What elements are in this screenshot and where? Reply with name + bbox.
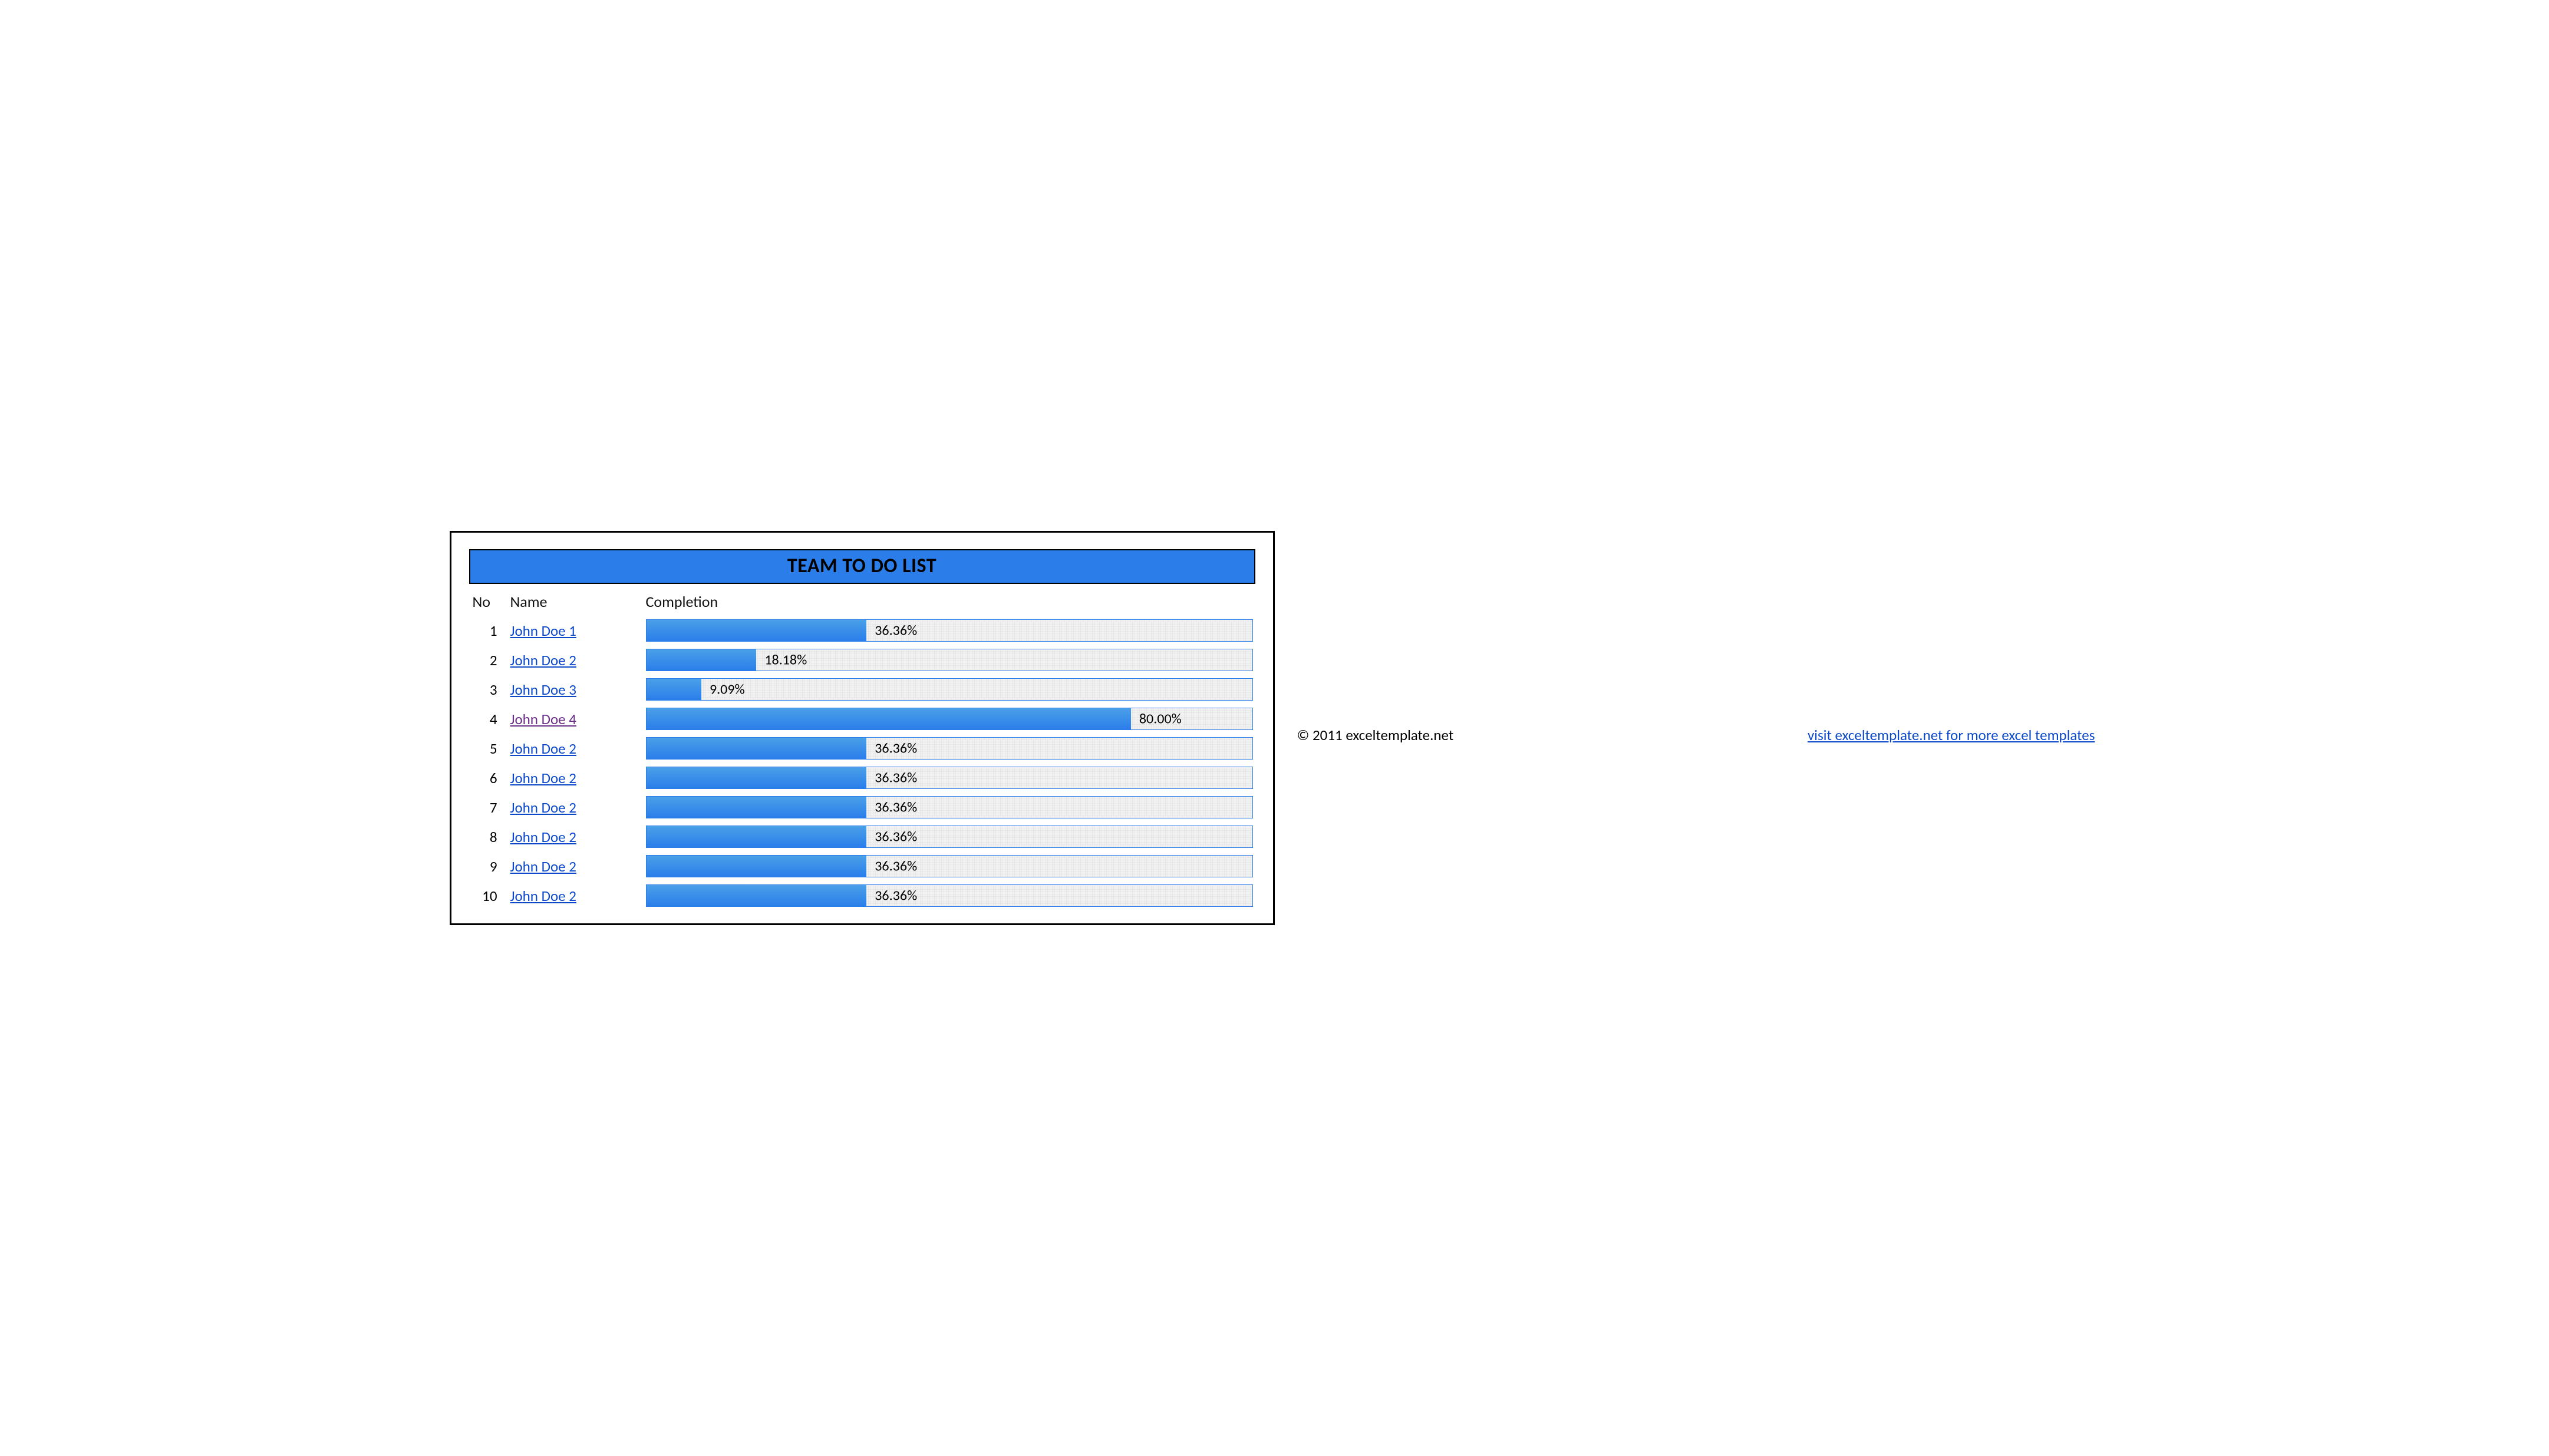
row-number: 3 [469,681,510,699]
progress-label: 80.00% [1131,711,1182,728]
row-number: 7 [469,798,510,817]
progress-fill [647,708,1131,729]
table-row: 9John Doe 2 36.36% [469,851,1255,881]
row-name-cell: John Doe 1 [510,622,646,640]
completion-cell: 36.36% [646,737,1255,760]
progress-bar: 36.36% [646,884,1253,907]
footer: © 2011 exceltemplate.net visit exceltemp… [1275,712,2100,744]
completion-cell: 36.36% [646,826,1255,848]
row-number: 8 [469,828,510,846]
row-number: 2 [469,651,510,669]
table-body: 1John Doe 136.36%2John Doe 218.18%3John … [469,616,1255,910]
table-row: 8John Doe 2 36.36% [469,822,1255,851]
table-row: 1John Doe 1 36.36% [469,616,1255,645]
progress-label: 36.36% [866,828,917,846]
name-link[interactable]: John Doe 2 [510,769,576,787]
progress-label: 36.36% [866,740,917,757]
name-link[interactable]: John Doe 2 [510,857,576,876]
progress-bar: 36.36% [646,619,1253,642]
copyright-text: © 2011 exceltemplate.net [1297,726,1454,744]
table-row: 10John Doe 2 36.36% [469,881,1255,910]
completion-cell: 9.09% [646,678,1255,701]
progress-fill [647,738,867,759]
row-name-cell: John Doe 2 [510,857,646,876]
name-link[interactable]: John Doe 2 [510,828,576,846]
table-row: 4John Doe 4 80.00% [469,704,1255,734]
progress-label: 36.36% [866,799,917,816]
row-number: 9 [469,857,510,876]
name-link[interactable]: John Doe 2 [510,887,576,905]
row-number: 6 [469,769,510,787]
progress-bar: 80.00% [646,708,1253,730]
row-name-cell: John Doe 2 [510,887,646,905]
row-name-cell: John Doe 2 [510,739,646,758]
progress-fill [647,679,701,700]
name-link[interactable]: John Doe 1 [510,622,576,640]
progress-bar: 36.36% [646,737,1253,760]
name-link[interactable]: John Doe 3 [510,681,576,699]
progress-fill [647,649,757,671]
progress-fill [647,620,867,641]
row-number: 4 [469,710,510,728]
document-frame: TEAM TO DO LIST No Name Completion 1John… [450,531,1275,925]
row-number: 1 [469,622,510,640]
row-name-cell: John Doe 2 [510,769,646,787]
progress-fill [647,856,867,877]
progress-label: 9.09% [701,681,745,698]
table-row: 7John Doe 2 36.36% [469,793,1255,822]
completion-cell: 36.36% [646,619,1255,642]
header-name: Name [510,592,646,611]
progress-label: 36.36% [866,887,917,904]
progress-fill [647,826,867,847]
table-headers: No Name Completion [469,590,1255,616]
footer-link[interactable]: visit exceltemplate.net for more excel t… [1808,726,2095,744]
progress-fill [647,885,867,906]
completion-cell: 80.00% [646,708,1255,730]
row-name-cell: John Doe 2 [510,798,646,817]
progress-label: 36.36% [866,770,917,787]
row-name-cell: John Doe 3 [510,681,646,699]
progress-bar: 36.36% [646,855,1253,877]
row-name-cell: John Doe 2 [510,651,646,669]
name-link[interactable]: John Doe 2 [510,798,576,817]
progress-bar: 9.09% [646,678,1253,701]
table-row: 6John Doe 2 36.36% [469,763,1255,793]
page-title: TEAM TO DO LIST [470,554,1254,578]
completion-cell: 36.36% [646,884,1255,907]
row-number: 10 [469,887,510,905]
name-link[interactable]: John Doe 4 [510,710,576,728]
progress-fill [647,767,867,788]
header-no: No [469,592,510,611]
progress-label: 18.18% [756,652,807,669]
progress-bar: 36.36% [646,767,1253,789]
completion-cell: 36.36% [646,796,1255,818]
row-name-cell: John Doe 4 [510,710,646,728]
table-row: 5John Doe 2 36.36% [469,734,1255,763]
completion-cell: 36.36% [646,855,1255,877]
row-number: 5 [469,739,510,758]
progress-label: 36.36% [866,858,917,875]
table-row: 3John Doe 3 9.09% [469,675,1255,704]
progress-bar: 36.36% [646,796,1253,818]
progress-label: 36.36% [866,622,917,639]
progress-bar: 18.18% [646,649,1253,671]
table-row: 2John Doe 2 18.18% [469,645,1255,675]
header-completion: Completion [646,592,1255,611]
completion-cell: 18.18% [646,649,1255,671]
title-bar: TEAM TO DO LIST [469,549,1255,584]
name-link[interactable]: John Doe 2 [510,739,576,758]
progress-fill [647,797,867,818]
progress-bar: 36.36% [646,826,1253,848]
completion-cell: 36.36% [646,767,1255,789]
row-name-cell: John Doe 2 [510,828,646,846]
name-link[interactable]: John Doe 2 [510,651,576,669]
